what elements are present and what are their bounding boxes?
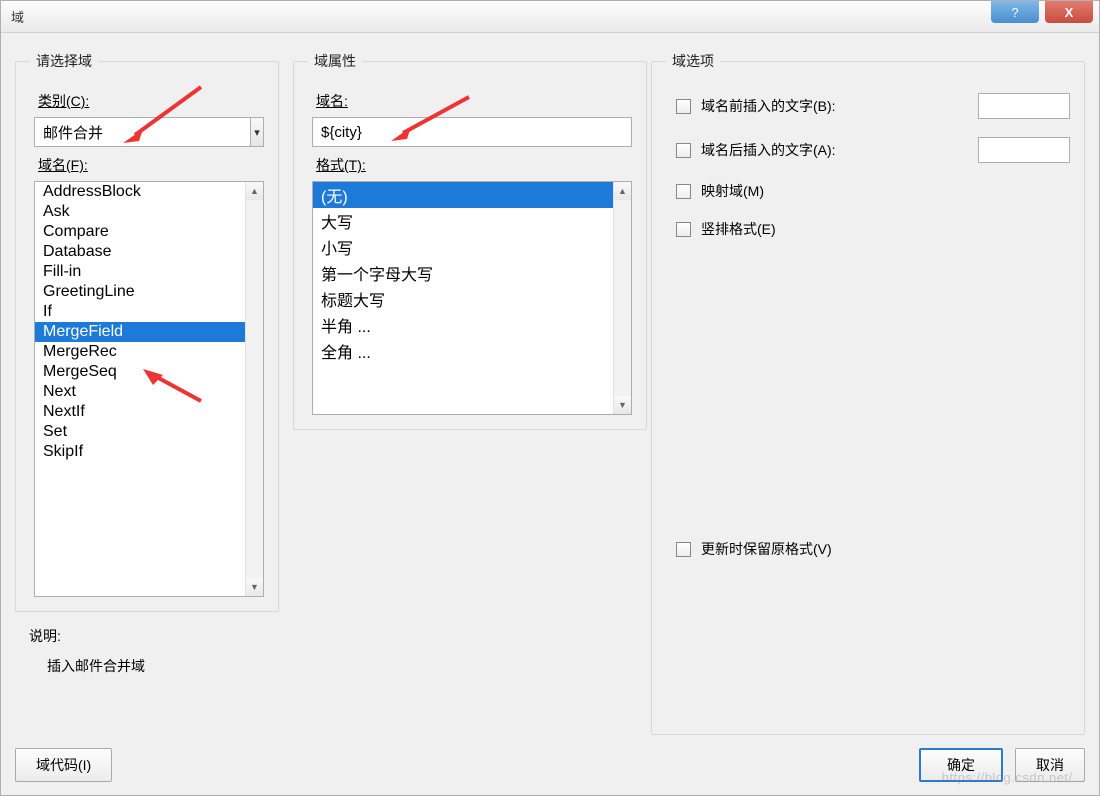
scrollbar[interactable]: ▲ ▼ [613,182,631,414]
field-options-legend: 域选项 [666,51,720,71]
chevron-down-icon[interactable] [250,118,263,146]
list-item[interactable]: 大写 [313,208,613,234]
scroll-down-icon[interactable]: ▼ [614,396,631,414]
close-button[interactable]: X [1045,1,1093,23]
opt-keep-label: 更新时保留原格式(V) [701,539,1070,559]
titlebar-controls: ? X [991,1,1099,32]
list-item[interactable]: MergeField [35,322,245,342]
list-item[interactable]: AddressBlock [35,182,245,202]
list-item[interactable]: Database [35,242,245,262]
opt-after-checkbox[interactable] [676,143,691,158]
list-item[interactable]: GreetingLine [35,282,245,302]
window-title: 域 [11,7,24,26]
opt-vertical-label: 竖排格式(E) [701,219,1070,239]
fieldname-list-label: 域名(F): [38,155,264,175]
opt-after-label: 域名后插入的文字(A): [701,140,968,160]
opt-before-input[interactable] [978,93,1070,119]
list-item[interactable]: 小写 [313,234,613,260]
list-item[interactable]: (无) [313,182,613,208]
description-label: 说明: [29,626,273,646]
list-item[interactable]: Set [35,422,245,442]
fieldname-input[interactable] [312,117,632,147]
list-item[interactable]: MergeSeq [35,362,245,382]
opt-map-checkbox[interactable] [676,184,691,199]
opt-before-label: 域名前插入的文字(B): [701,96,968,116]
right-column: 域选项 域名前插入的文字(B): 域名后插入的文字(A): 映射域(M) [651,51,1085,735]
opt-after-input[interactable] [978,137,1070,163]
field-props-legend: 域属性 [308,51,362,71]
list-item[interactable]: Ask [35,202,245,222]
list-item[interactable]: MergeRec [35,342,245,362]
left-column: 请选择域 类别(C): 域名(F): AddressBlockAskCompar… [15,51,273,735]
list-item[interactable]: Next [35,382,245,402]
opt-after-row: 域名后插入的文字(A): [676,137,1070,163]
list-item[interactable]: If [35,302,245,322]
description-block: 说明: 插入邮件合并域 [29,626,273,676]
list-item[interactable]: SkipIf [35,442,245,462]
category-label: 类别(C): [38,91,264,111]
list-item[interactable]: NextIf [35,402,245,422]
watermark: https://blog.csdn.net/... [942,770,1085,785]
opt-vertical-row: 竖排格式(E) [676,219,1070,239]
format-listbox[interactable]: (无)大写小写第一个字母大写标题大写半角 ...全角 ... ▲ ▼ [312,181,632,415]
opt-keep-checkbox[interactable] [676,542,691,557]
opt-map-label: 映射域(M) [701,181,1070,201]
dialog-window: 域 ? X 请选择域 类别(C): 域名(F): AddressBlockAsk… [0,0,1100,796]
opt-map-row: 映射域(M) [676,181,1070,201]
category-input[interactable] [35,118,250,146]
category-combo[interactable] [34,117,264,147]
list-item[interactable]: 第一个字母大写 [313,260,613,286]
list-item[interactable]: Fill-in [35,262,245,282]
description-text: 插入邮件合并域 [47,656,273,676]
opt-vertical-checkbox[interactable] [676,222,691,237]
fieldname-listbox[interactable]: AddressBlockAskCompareDatabaseFill-inGre… [34,181,264,597]
opt-before-checkbox[interactable] [676,99,691,114]
titlebar: 域 ? X [1,1,1099,33]
list-item[interactable]: 标题大写 [313,286,613,312]
opt-keep-row: 更新时保留原格式(V) [676,539,1070,559]
select-field-group: 请选择域 类别(C): 域名(F): AddressBlockAskCompar… [15,51,279,612]
bottom-bar: 域代码(I) 确定 取消 [1,735,1099,795]
scroll-down-icon[interactable]: ▼ [246,578,263,596]
dialog-content: 请选择域 类别(C): 域名(F): AddressBlockAskCompar… [1,33,1099,735]
help-button[interactable]: ? [991,1,1039,23]
select-field-legend: 请选择域 [30,51,98,71]
scroll-up-icon[interactable]: ▲ [246,182,263,200]
list-item[interactable]: Compare [35,222,245,242]
fieldname-label: 域名: [316,91,632,111]
format-label: 格式(T): [316,155,632,175]
scroll-up-icon[interactable]: ▲ [614,182,631,200]
list-item[interactable]: 全角 ... [313,338,613,364]
mid-column: 域属性 域名: 格式(T): (无)大写小写第一个字母大写标题大写半角 ...全… [293,51,631,735]
field-props-group: 域属性 域名: 格式(T): (无)大写小写第一个字母大写标题大写半角 ...全… [293,51,647,430]
list-item[interactable]: 半角 ... [313,312,613,338]
fieldcode-button[interactable]: 域代码(I) [15,748,112,782]
field-options-group: 域选项 域名前插入的文字(B): 域名后插入的文字(A): 映射域(M) [651,51,1085,735]
opt-before-row: 域名前插入的文字(B): [676,93,1070,119]
scrollbar[interactable]: ▲ ▼ [245,182,263,596]
